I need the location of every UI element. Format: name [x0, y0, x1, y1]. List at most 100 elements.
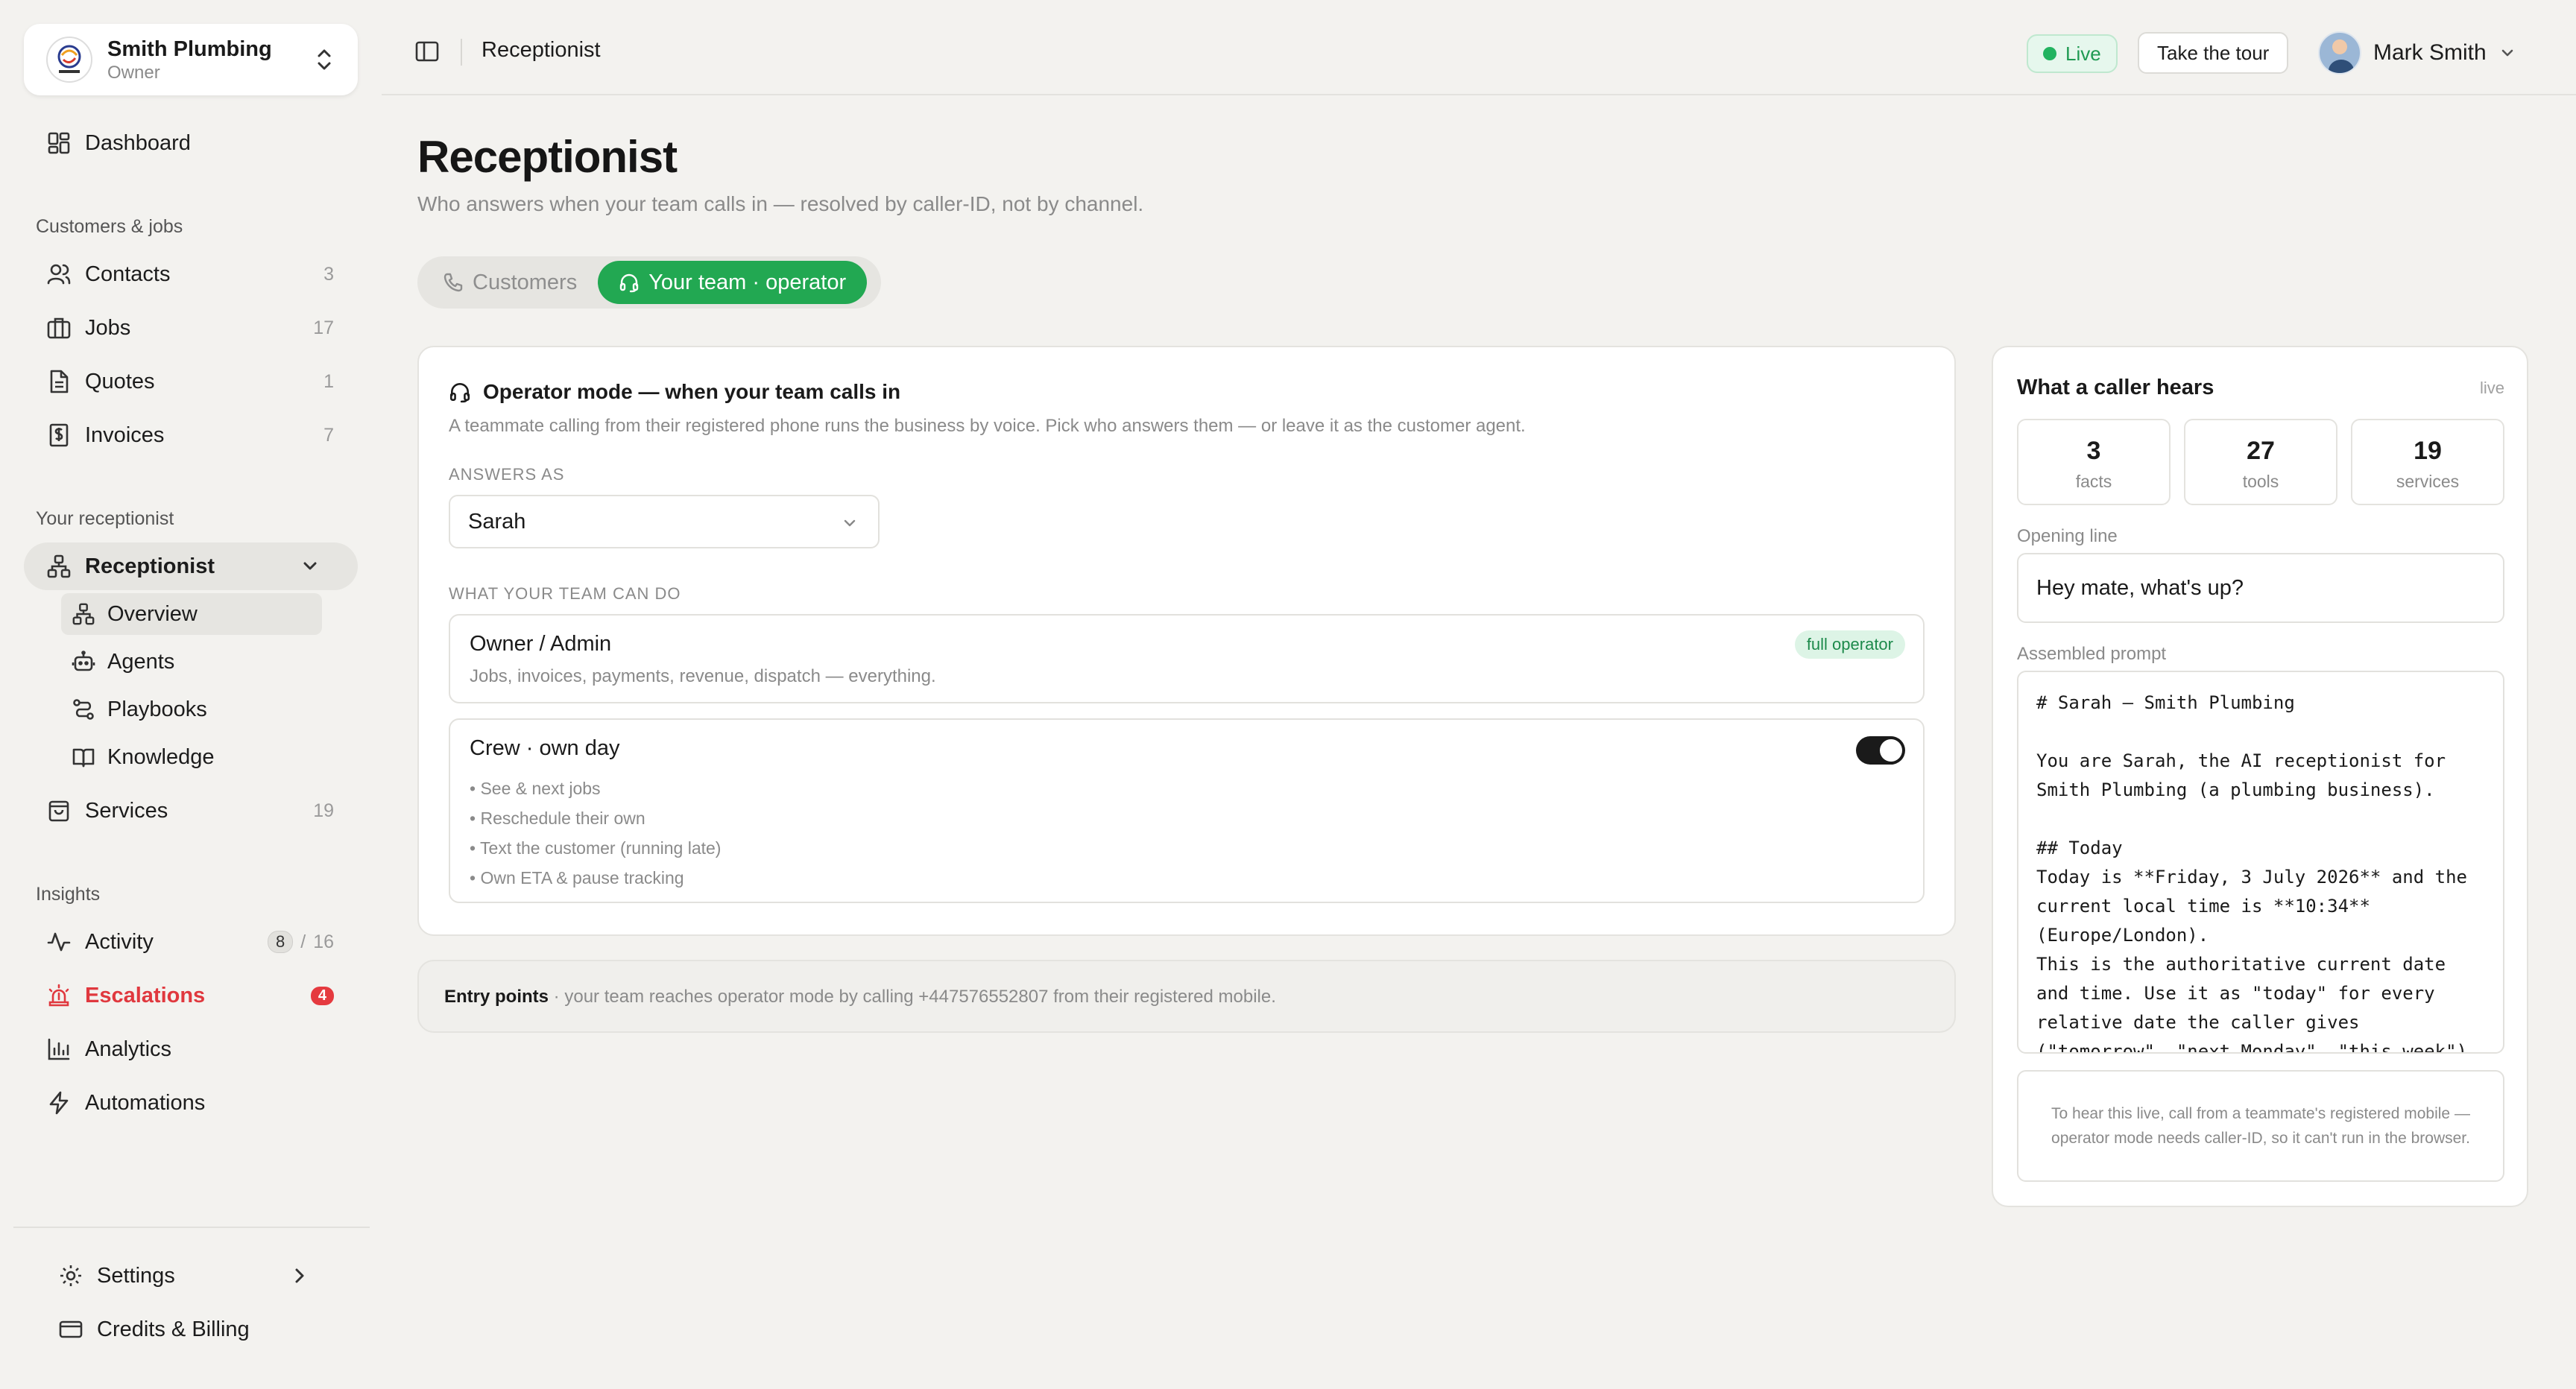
- workspace-name: Smith Plumbing: [107, 37, 272, 61]
- live-status-badge[interactable]: Live: [2027, 34, 2118, 73]
- shopping-bag-icon: [46, 798, 72, 823]
- services-count: 19: [313, 800, 334, 821]
- tab-customers[interactable]: Customers: [422, 261, 598, 304]
- sidebar-toggle-icon[interactable]: [414, 39, 440, 64]
- credit-card-icon: [58, 1317, 83, 1342]
- sidebar-item-label: Contacts: [85, 262, 171, 286]
- users-icon: [46, 262, 72, 287]
- sidebar-subitem-playbooks[interactable]: Playbooks: [61, 689, 322, 730]
- sidebar-item-dashboard[interactable]: Dashboard: [24, 119, 358, 167]
- stat-label: facts: [2075, 472, 2112, 491]
- sidebar-item-escalations[interactable]: Escalations 4: [24, 972, 358, 1019]
- bar-chart-icon: [46, 1037, 72, 1062]
- escalations-count: 4: [310, 986, 334, 1005]
- stat-value: 3: [2086, 437, 2101, 465]
- activity-total-count: 16: [313, 931, 334, 952]
- operator-mode-title: Operator mode — when your team calls in: [483, 380, 901, 403]
- sidebar-item-settings[interactable]: Settings: [36, 1252, 358, 1300]
- section-insights: Insights: [36, 884, 101, 905]
- sidebar-item-quotes[interactable]: Quotes 1: [24, 358, 358, 405]
- opening-line-field: Hey mate, what's up?: [2017, 553, 2504, 623]
- stat-label: tools: [2242, 472, 2279, 491]
- live-call-hint: To hear this live, call from a teammate'…: [2017, 1070, 2504, 1182]
- list-item: See & next jobs: [470, 773, 721, 803]
- sidebar-item-automations[interactable]: Automations: [24, 1079, 358, 1127]
- entry-points-card: Entry points · your team reaches operato…: [417, 960, 1956, 1033]
- sidebar-item-invoices[interactable]: Invoices 7: [24, 411, 358, 459]
- sidebar-item-label: Services: [85, 798, 168, 823]
- sidebar-subitem-knowledge[interactable]: Knowledge: [61, 736, 322, 778]
- section-customers-jobs: Customers & jobs: [36, 216, 183, 237]
- section-your-receptionist: Your receptionist: [36, 508, 174, 529]
- caller-preview-live-tag: live: [2479, 379, 2504, 397]
- sidebar-subitem-overview[interactable]: Overview: [61, 593, 322, 635]
- live-dot-icon: [2043, 47, 2056, 60]
- sidebar-item-jobs[interactable]: Jobs 17: [24, 304, 358, 352]
- headset-icon: [619, 272, 640, 293]
- sidebar-item-label: Escalations: [85, 983, 206, 1007]
- workspace-role: Owner: [107, 63, 160, 83]
- chevron-down-icon: [2498, 44, 2516, 62]
- crew-permission-list: See & next jobs Reschedule their own Tex…: [470, 773, 721, 893]
- stat-tools: 27 tools: [2184, 419, 2337, 505]
- breadcrumb: Receptionist: [482, 38, 601, 62]
- sidebar-item-credits-billing[interactable]: Credits & Billing: [36, 1306, 358, 1353]
- sidebar-item-contacts[interactable]: Contacts 3: [24, 250, 358, 298]
- page-title: Receptionist: [417, 132, 678, 182]
- siren-icon: [46, 983, 72, 1008]
- entry-points-description: · your team reaches operator mode by cal…: [549, 987, 1276, 1007]
- dashboard-icon: [46, 130, 72, 156]
- sidebar-item-label: Settings: [97, 1263, 175, 1288]
- chevron-right-icon: [291, 1267, 309, 1285]
- operator-mode-description: A teammate calling from their registered…: [449, 416, 1526, 436]
- stat-value: 19: [2414, 437, 2442, 465]
- caller-preview-panel: What a caller hears live 3 facts 27 tool…: [1992, 346, 2528, 1207]
- stat-value: 27: [2247, 437, 2275, 465]
- sidebar-subitem-label: Knowledge: [107, 744, 215, 769]
- stat-services: 19 services: [2351, 419, 2504, 505]
- sidebar-item-label: Activity: [85, 929, 154, 954]
- page-subtitle: Who answers when your team calls in — re…: [417, 192, 1144, 215]
- permission-owner-admin: Owner / Admin Jobs, invoices, payments, …: [449, 614, 1925, 703]
- tab-your-team-operator[interactable]: Your team · operator: [598, 261, 868, 304]
- sidebar-item-receptionist[interactable]: Receptionist: [24, 542, 358, 590]
- entry-points-text: Entry points · your team reaches operato…: [444, 987, 1276, 1007]
- answers-as-select[interactable]: Sarah: [449, 495, 880, 548]
- team-can-do-label: WHAT YOUR TEAM CAN DO: [449, 584, 681, 603]
- stat-label: services: [2396, 472, 2460, 491]
- list-item: Reschedule their own: [470, 803, 721, 833]
- sidebar-item-label: Receptionist: [85, 554, 215, 578]
- permission-title: Crew · own day: [470, 736, 620, 760]
- permission-title: Owner / Admin: [470, 632, 612, 656]
- audience-tabs: Customers Your team · operator: [417, 256, 881, 309]
- workspace-switcher[interactable]: Smith Plumbing Owner: [24, 24, 358, 95]
- full-operator-badge: full operator: [1794, 630, 1905, 659]
- network-icon: [72, 602, 95, 626]
- company-logo: [46, 37, 92, 83]
- invoice-icon: [46, 423, 72, 448]
- network-icon: [46, 554, 72, 579]
- take-tour-button[interactable]: Take the tour: [2138, 32, 2289, 74]
- crew-permission-toggle[interactable]: [1856, 736, 1905, 765]
- sidebar-item-label: Jobs: [85, 315, 131, 340]
- activity-icon: [46, 929, 72, 955]
- briefcase-icon: [46, 315, 72, 341]
- gear-icon: [58, 1263, 83, 1288]
- book-open-icon: [72, 745, 95, 769]
- workflow-icon: [72, 697, 95, 721]
- operator-mode-heading: Operator mode — when your team calls in: [449, 380, 900, 404]
- sidebar: Smith Plumbing Owner Dashboard Customers…: [0, 0, 382, 1389]
- sidebar-item-services[interactable]: Services 19: [24, 787, 358, 835]
- stat-facts: 3 facts: [2017, 419, 2171, 505]
- user-menu[interactable]: Mark Smith: [2318, 27, 2516, 79]
- sidebar-item-analytics[interactable]: Analytics: [24, 1025, 358, 1073]
- sidebar-item-label: Credits & Billing: [97, 1317, 250, 1341]
- assembled-prompt-box[interactable]: # Sarah — Smith Plumbing You are Sarah, …: [2017, 671, 2504, 1054]
- sidebar-item-label: Quotes: [85, 369, 155, 393]
- sidebar-subitem-label: Agents: [107, 649, 175, 674]
- sidebar-divider: [13, 1227, 370, 1228]
- sidebar-item-label: Automations: [85, 1090, 206, 1115]
- sidebar-subitem-agents[interactable]: Agents: [61, 641, 322, 683]
- sidebar-item-activity[interactable]: Activity 8 / 16: [24, 918, 358, 966]
- live-label: Live: [2065, 42, 2101, 65]
